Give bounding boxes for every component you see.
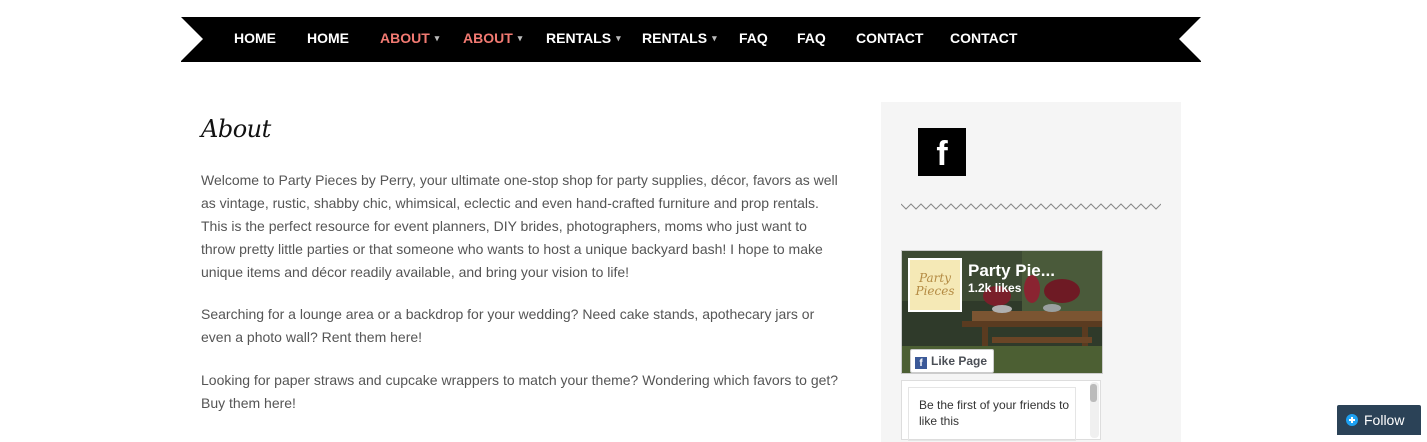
nav-item-faq-b[interactable]: FAQ [797, 17, 826, 62]
sidebar: f Party Pieces Party Pie... 1.2k likes f… [881, 102, 1181, 442]
friends-panel: Be the first of your friends to like thi… [901, 380, 1101, 441]
plus-circle-icon [1346, 414, 1358, 426]
nav-item-label: HOME [234, 30, 276, 46]
page-logo: Party Pieces [908, 258, 962, 312]
nav-item-label: CONTACT [856, 30, 924, 46]
nav-item-label: CONTACT [950, 30, 1018, 46]
nav-item-rentals-b[interactable]: RENTALS ▾ [642, 17, 717, 62]
friends-scroll-thumb[interactable] [1090, 384, 1097, 402]
facebook-page-widget[interactable]: Party Pieces Party Pie... 1.2k likes f Li… [901, 250, 1103, 374]
ribbon-notch-right [1179, 17, 1201, 61]
nav-item-label: HOME [307, 30, 349, 46]
page-name[interactable]: Party Pie... [968, 261, 1055, 281]
follow-label: Follow [1364, 412, 1405, 428]
friends-text: Be the first of your friends to like thi… [908, 387, 1076, 441]
nav-item-label: RENTALS [546, 30, 612, 46]
nav-item-label: ABOUT [463, 30, 513, 46]
nav-item-faq-a[interactable]: FAQ [739, 17, 768, 62]
chevron-down-icon: ▾ [517, 33, 523, 43]
ribbon-notch-left [181, 17, 203, 61]
nav-item-label: FAQ [739, 30, 768, 46]
nav-item-label: RENTALS [642, 30, 708, 46]
zigzag-divider [901, 203, 1161, 210]
chevron-down-icon: ▾ [434, 33, 440, 43]
nav-item-contact-a[interactable]: CONTACT [856, 17, 923, 62]
nav-item-home-b[interactable]: HOME [307, 17, 349, 62]
nav-item-home-a[interactable]: HOME [234, 17, 276, 62]
main-nav: HOME HOME ABOUT ▾ ABOUT ▾ RENTALS ▾ RENTALS ▾ FAQ F… [181, 17, 1201, 62]
rent-paragraph: Searching for a lounge area or a backdro… [201, 306, 815, 345]
facebook-icon[interactable]: f [918, 128, 966, 176]
page-likes: 1.2k likes [968, 281, 1022, 295]
buy-paragraph: Looking for paper straws and cupcake wra… [201, 372, 839, 411]
friends-scrollbar[interactable] [1090, 382, 1099, 438]
like-page-button[interactable]: f Like Page [910, 349, 995, 373]
page-title: About [201, 115, 271, 143]
nav-item-about-b[interactable]: ABOUT ▾ [463, 17, 522, 62]
facebook-mini-icon: f [915, 357, 927, 369]
main-content: About Welcome to Party Pieces by Perry, … [201, 110, 841, 411]
nav-item-about-a[interactable]: ABOUT ▾ [380, 17, 439, 62]
nav-item-label: ABOUT [380, 30, 430, 46]
nav-item-label: FAQ [797, 30, 826, 46]
intro-paragraph: Welcome to Party Pieces by Perry, your u… [201, 172, 838, 280]
chevron-down-icon: ▾ [712, 33, 717, 43]
nav-item-contact-b[interactable]: CONTACT [950, 17, 1017, 62]
like-page-label: Like Page [931, 354, 988, 368]
chevron-down-icon: ▾ [616, 33, 621, 43]
nav-item-rentals-a[interactable]: RENTALS ▾ [546, 17, 621, 62]
